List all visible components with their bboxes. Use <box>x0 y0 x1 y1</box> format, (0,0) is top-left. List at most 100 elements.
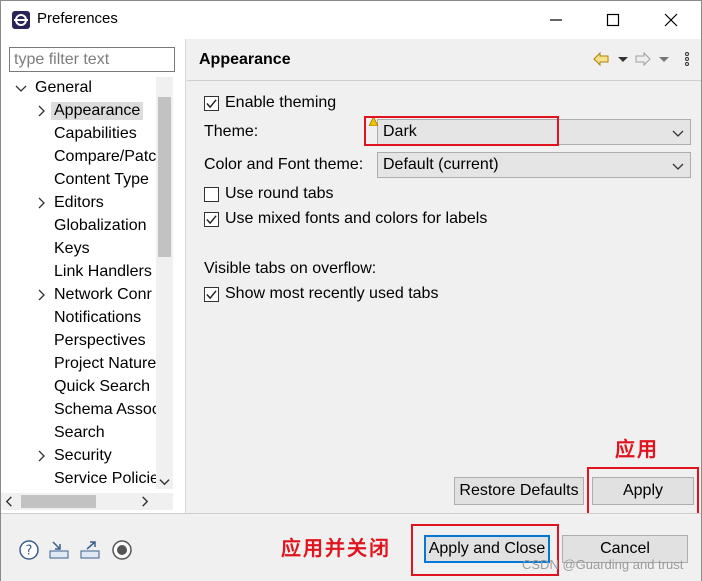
tree-item-label: Capabilities <box>54 125 137 142</box>
chevron-right-icon[interactable] <box>35 450 47 462</box>
tree-item-label: Keys <box>54 240 90 257</box>
tree-item[interactable]: Search <box>35 422 108 444</box>
tree-item[interactable]: Perspectives <box>35 330 149 352</box>
export-icon[interactable] <box>79 539 101 561</box>
tree-item-label: Compare/Patc <box>54 148 157 165</box>
tree-item-label: Search <box>54 424 105 441</box>
tree-item-label: Service Policie <box>54 470 159 487</box>
tree-item-label: Project Nature <box>54 355 157 372</box>
checkbox-box[interactable] <box>204 95 219 111</box>
scrollbar-corner <box>156 493 173 510</box>
theme-label: Theme: <box>204 123 259 140</box>
color-font-theme-select[interactable]: Default (current) <box>377 152 691 178</box>
tree-item-label: Quick Search <box>54 378 151 395</box>
color-font-theme-value: Default (current) <box>383 156 499 173</box>
checkbox-box[interactable] <box>204 211 219 227</box>
tree-item[interactable]: Project Nature <box>35 353 159 375</box>
scrollbar-thumb[interactable] <box>158 97 171 257</box>
checkmark-icon <box>206 214 217 224</box>
tree-item[interactable]: Schema Assoc <box>35 399 163 421</box>
tree-item[interactable]: Quick Search <box>35 376 153 398</box>
tree-item[interactable]: Network Conr <box>35 284 155 306</box>
import-icon[interactable] <box>48 539 70 561</box>
maximize-icon <box>606 13 620 27</box>
tree-vertical-scrollbar[interactable] <box>156 77 173 489</box>
tree-item[interactable]: Content Type <box>35 169 152 191</box>
tree-item-label: Content Type <box>54 171 149 188</box>
checkmark-icon <box>206 289 217 299</box>
forward-menu-icon[interactable] <box>656 51 672 67</box>
minimize-button[interactable] <box>536 7 576 33</box>
record-icon[interactable] <box>111 539 133 561</box>
tree-item-label: Editors <box>54 194 104 211</box>
mixed-fonts-checkbox[interactable]: Use mixed fonts and colors for labels <box>204 210 487 228</box>
minimize-icon <box>550 19 562 21</box>
title-bar[interactable]: Preferences <box>1 1 701 39</box>
round-tabs-checkbox[interactable]: Use round tabs <box>204 185 334 203</box>
svg-text:?: ? <box>26 544 33 559</box>
recent-tabs-checkbox[interactable]: Show most recently used tabs <box>204 285 438 303</box>
tree-item[interactable]: Capabilities <box>35 123 140 145</box>
tree-item[interactable]: Compare/Patc <box>35 146 159 168</box>
chevron-right-icon[interactable] <box>35 289 47 301</box>
chevron-right-icon[interactable] <box>35 105 47 117</box>
chevron-down-icon <box>672 130 684 137</box>
tree-item[interactable]: Editors <box>35 192 107 214</box>
chevron-down-icon <box>15 85 27 92</box>
checkbox-box[interactable] <box>204 286 219 302</box>
chevron-down-icon <box>672 163 684 170</box>
tree-item[interactable]: Service Policie <box>35 468 162 489</box>
tree-horizontal-scrollbar[interactable] <box>1 493 156 510</box>
scroll-right-icon[interactable] <box>139 496 150 507</box>
watermark: CSDN @Guarding and trust <box>522 557 684 572</box>
visible-tabs-label: Visible tabs on overflow: <box>204 260 377 277</box>
apply-highlight-box <box>587 467 699 515</box>
restore-defaults-button[interactable]: Restore Defaults <box>454 477 584 505</box>
tree-item-label: Network Conr <box>54 286 152 303</box>
close-icon <box>664 13 678 27</box>
tree-item[interactable]: Globalization <box>35 215 150 237</box>
tree-item[interactable]: Keys <box>35 238 93 260</box>
enable-theming-checkbox[interactable]: Enable theming <box>204 94 336 112</box>
checkbox-label: Enable theming <box>225 94 337 111</box>
tree-item-label: Link Handlers <box>54 263 152 280</box>
tree-item-label: General <box>35 79 92 96</box>
checkmark-icon <box>206 98 217 108</box>
page-header: Appearance <box>187 39 701 81</box>
scrollbar-thumb[interactable] <box>21 495 96 508</box>
checkbox-label: Use mixed fonts and colors for labels <box>225 210 488 227</box>
checkbox-box[interactable] <box>204 186 219 202</box>
tree-item-label: Globalization <box>54 217 147 234</box>
close-button[interactable] <box>651 7 691 33</box>
theme-highlight-box <box>364 116 559 146</box>
back-menu-icon[interactable] <box>615 51 631 67</box>
tree-item[interactable]: Security <box>35 445 115 467</box>
tree-item-label: Appearance <box>51 102 144 120</box>
eclipse-logo-icon <box>12 11 30 29</box>
color-font-theme-label: Color and Font theme: <box>204 156 364 173</box>
preferences-tree: General Appearance Capabilities Compare/Pa… <box>1 77 173 489</box>
tree-item[interactable]: Notifications <box>35 307 144 329</box>
preference-page: Appearance Enable theming Theme: Dark Co… <box>187 39 701 515</box>
preferences-window: Preferences General Appearance Capabiliti… <box>0 0 702 581</box>
apply-annotation: 应用 <box>615 437 659 461</box>
scroll-down-icon[interactable] <box>159 476 170 487</box>
help-icon[interactable]: ? <box>18 539 40 561</box>
tree-item-label: Notifications <box>54 309 142 326</box>
filter-input[interactable] <box>9 47 175 72</box>
tree-item[interactable]: Link Handlers <box>35 261 155 283</box>
tree-item-label: Perspectives <box>54 332 146 349</box>
page-title: Appearance <box>199 51 291 68</box>
window-title: Preferences <box>37 10 118 27</box>
maximize-button[interactable] <box>593 7 633 33</box>
chevron-right-icon[interactable] <box>35 197 47 209</box>
apply-and-close-annotation: 应用并关闭 <box>281 536 391 560</box>
forward-arrow-icon[interactable] <box>635 51 651 67</box>
page-content: Enable theming Theme: Dark Color and Fon… <box>187 82 701 515</box>
tree-item-general[interactable]: General <box>15 77 92 99</box>
checkbox-label: Show most recently used tabs <box>225 285 439 302</box>
tree-item[interactable]: Appearance <box>35 100 144 122</box>
more-options-icon[interactable] <box>679 51 695 67</box>
back-arrow-icon[interactable] <box>593 51 609 67</box>
scroll-left-icon[interactable] <box>4 496 15 507</box>
